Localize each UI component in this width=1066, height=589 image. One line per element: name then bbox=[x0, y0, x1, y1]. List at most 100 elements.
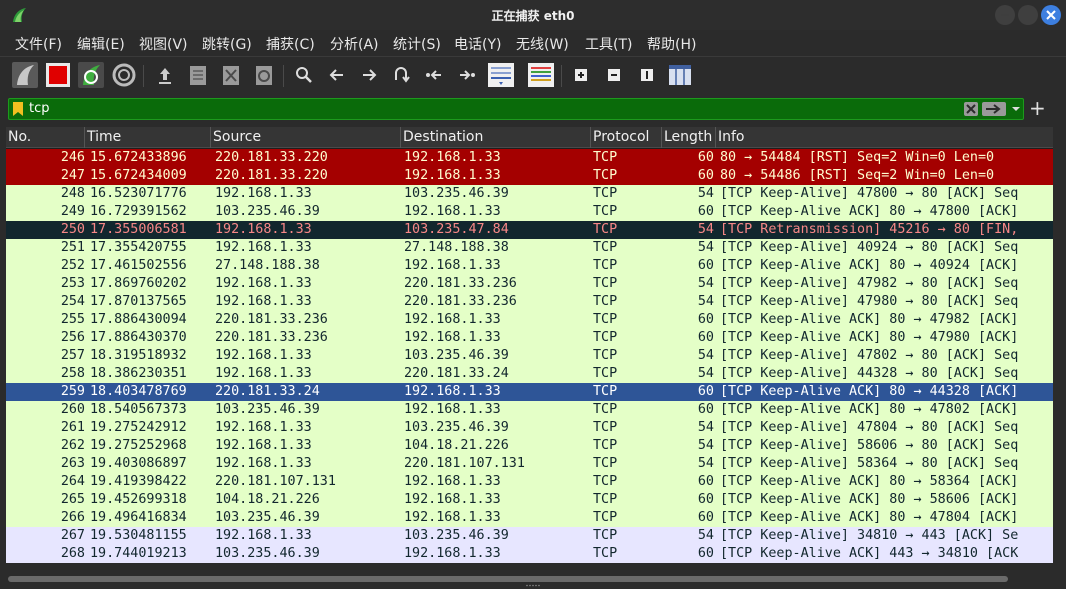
bookmark-icon[interactable] bbox=[13, 102, 23, 116]
start-capture-button[interactable] bbox=[12, 62, 38, 88]
cell-source: 220.181.107.131 bbox=[215, 474, 336, 489]
find-packet-button[interactable] bbox=[291, 62, 317, 88]
cell-time: 17.355420755 bbox=[90, 240, 187, 255]
last-packet-button[interactable] bbox=[454, 62, 480, 88]
menu-statistics[interactable]: 统计(S) bbox=[393, 34, 441, 54]
save-file-button[interactable] bbox=[185, 62, 211, 88]
clear-icon bbox=[966, 104, 976, 114]
packet-row[interactable]: 248 16.523071776 192.168.1.33 103.235.46.39… bbox=[6, 185, 1053, 203]
go-forward-button[interactable] bbox=[356, 62, 382, 88]
maximize-button[interactable] bbox=[1018, 5, 1038, 25]
cell-protocol: TCP bbox=[593, 222, 618, 237]
open-file-button[interactable] bbox=[152, 62, 178, 88]
filter-history-dropdown[interactable] bbox=[1010, 102, 1022, 116]
go-back-button[interactable] bbox=[324, 62, 350, 88]
horizontal-scrollbar[interactable] bbox=[6, 575, 1053, 583]
clear-filter-button[interactable] bbox=[964, 102, 978, 116]
go-to-packet-button[interactable] bbox=[388, 62, 414, 88]
cell-protocol: TCP bbox=[593, 510, 618, 525]
packet-row[interactable]: 247 15.672434009 220.181.33.220 192.168.1.3… bbox=[6, 167, 1053, 185]
packet-row[interactable]: 259 18.403478769 220.181.33.24 192.168.1.33… bbox=[6, 383, 1053, 401]
cell-info: [TCP Keep-Alive ACK] 80 → 47800 [ACK] bbox=[720, 204, 1019, 219]
packet-row[interactable]: 258 18.386230351 192.168.1.33 220.181.33.24… bbox=[6, 365, 1053, 383]
packet-row[interactable]: 268 19.744019213 103.235.46.39 192.168.1.33… bbox=[6, 545, 1053, 563]
packet-list[interactable]: No. Time Source Destination Protocol Len… bbox=[6, 127, 1053, 563]
auto-scroll-button[interactable] bbox=[487, 62, 515, 88]
splitter-grip-icon[interactable] bbox=[525, 584, 541, 587]
packet-row[interactable]: 262 19.275252968 192.168.1.33 104.18.21.226… bbox=[6, 437, 1053, 455]
packet-row[interactable]: 252 17.461502556 27.148.188.38 192.168.1.33… bbox=[6, 257, 1053, 275]
packet-row[interactable]: 265 19.452699318 104.18.21.226 192.168.1.33… bbox=[6, 491, 1053, 509]
cell-time: 19.403086897 bbox=[90, 456, 187, 471]
packet-row[interactable]: 261 19.275242912 192.168.1.33 103.235.46.39… bbox=[6, 419, 1053, 437]
stop-capture-button[interactable] bbox=[45, 62, 71, 88]
cell-length: 60 bbox=[697, 150, 714, 165]
column-header-time[interactable]: Time bbox=[85, 127, 211, 148]
menu-tools[interactable]: 工具(T) bbox=[585, 34, 632, 54]
packet-row[interactable]: 254 17.870137565 192.168.1.33 220.181.33.23… bbox=[6, 293, 1053, 311]
last-packet-icon bbox=[460, 70, 475, 80]
cell-destination: 192.168.1.33 bbox=[404, 510, 501, 525]
minimize-button[interactable] bbox=[995, 5, 1015, 25]
cell-time: 17.869760202 bbox=[90, 276, 187, 291]
column-header-protocol[interactable]: Protocol bbox=[591, 127, 662, 148]
packet-row[interactable]: 253 17.869760202 192.168.1.33 220.181.33.23… bbox=[6, 275, 1053, 293]
packet-row[interactable]: 249 16.729391562 103.235.46.39 192.168.1.33… bbox=[6, 203, 1053, 221]
cell-destination: 192.168.1.33 bbox=[404, 546, 501, 561]
menu-edit[interactable]: 编辑(E) bbox=[77, 34, 125, 54]
cell-source: 192.168.1.33 bbox=[215, 456, 312, 471]
cell-destination: 27.148.188.38 bbox=[404, 240, 509, 255]
packet-row[interactable]: 266 19.496416834 103.235.46.39 192.168.1.33… bbox=[6, 509, 1053, 527]
packet-row[interactable]: 260 18.540567373 103.235.46.39 192.168.1.33… bbox=[6, 401, 1053, 419]
normal-size-button[interactable] bbox=[634, 62, 660, 88]
menu-view[interactable]: 视图(V) bbox=[139, 34, 188, 54]
horizontal-scrollbar-thumb[interactable] bbox=[8, 576, 1008, 582]
packet-row[interactable]: 250 17.355006581 192.168.1.33 103.235.47.84… bbox=[6, 221, 1053, 239]
menu-wireless[interactable]: 无线(W) bbox=[516, 34, 569, 54]
zoom-in-button[interactable] bbox=[568, 62, 594, 88]
display-filter-input[interactable] bbox=[29, 99, 959, 119]
menu-go[interactable]: 跳转(G) bbox=[202, 34, 252, 54]
reload-file-button[interactable] bbox=[251, 62, 277, 88]
column-header-destination[interactable]: Destination bbox=[401, 127, 591, 148]
cell-time: 18.386230351 bbox=[90, 366, 187, 381]
menu-file[interactable]: 文件(F) bbox=[15, 34, 62, 54]
packet-row[interactable]: 264 19.419398422 220.181.107.131 192.168.1.… bbox=[6, 473, 1053, 491]
cell-time: 18.540567373 bbox=[90, 402, 187, 417]
cell-length: 60 bbox=[697, 204, 714, 219]
cell-info: [TCP Keep-Alive] 47800 → 80 [ACK] Seq bbox=[720, 186, 1019, 201]
column-header-no[interactable]: No. bbox=[6, 127, 85, 148]
packet-row[interactable]: 251 17.355420755 192.168.1.33 27.148.188.38… bbox=[6, 239, 1053, 257]
restart-capture-button[interactable] bbox=[78, 62, 104, 88]
first-packet-button[interactable] bbox=[421, 62, 447, 88]
cell-destination: 220.181.107.131 bbox=[404, 456, 525, 471]
close-file-button[interactable] bbox=[218, 62, 244, 88]
cell-time: 19.275242912 bbox=[90, 420, 187, 435]
menu-telephony[interactable]: 电话(Y) bbox=[454, 34, 501, 54]
resize-columns-button[interactable] bbox=[667, 62, 693, 88]
cell-protocol: TCP bbox=[593, 330, 618, 345]
zoom-out-button[interactable] bbox=[601, 62, 627, 88]
close-button[interactable] bbox=[1041, 5, 1061, 25]
cell-no: 264 bbox=[60, 474, 85, 489]
vertical-scrollbar[interactable] bbox=[1053, 127, 1063, 563]
add-filter-button[interactable]: + bbox=[1029, 98, 1046, 118]
menu-capture[interactable]: 捕获(C) bbox=[266, 34, 315, 54]
column-header-info[interactable]: Info bbox=[716, 127, 1053, 148]
packet-row[interactable]: 256 17.886430370 220.181.33.236 192.168.1.3… bbox=[6, 329, 1053, 347]
colorize-button[interactable] bbox=[527, 62, 555, 88]
packet-row[interactable]: 267 19.530481155 192.168.1.33 103.235.46.39… bbox=[6, 527, 1053, 545]
apply-filter-button[interactable] bbox=[982, 102, 1006, 116]
packet-row[interactable]: 255 17.886430094 220.181.33.236 192.168.1.3… bbox=[6, 311, 1053, 329]
capture-options-button[interactable] bbox=[111, 62, 137, 88]
cell-source: 220.181.33.236 bbox=[215, 312, 328, 327]
cell-length: 60 bbox=[697, 546, 714, 561]
menu-analyze[interactable]: 分析(A) bbox=[330, 34, 379, 54]
packet-row[interactable]: 263 19.403086897 192.168.1.33 220.181.107.1… bbox=[6, 455, 1053, 473]
column-header-length[interactable]: Length bbox=[662, 127, 716, 148]
column-header-source[interactable]: Source bbox=[211, 127, 401, 148]
packet-row[interactable]: 257 18.319518932 192.168.1.33 103.235.46.39… bbox=[6, 347, 1053, 365]
packet-row[interactable]: 246 15.672433896 220.181.33.220 192.168.1.3… bbox=[6, 149, 1053, 167]
cell-protocol: TCP bbox=[593, 348, 618, 363]
menu-help[interactable]: 帮助(H) bbox=[647, 34, 696, 54]
